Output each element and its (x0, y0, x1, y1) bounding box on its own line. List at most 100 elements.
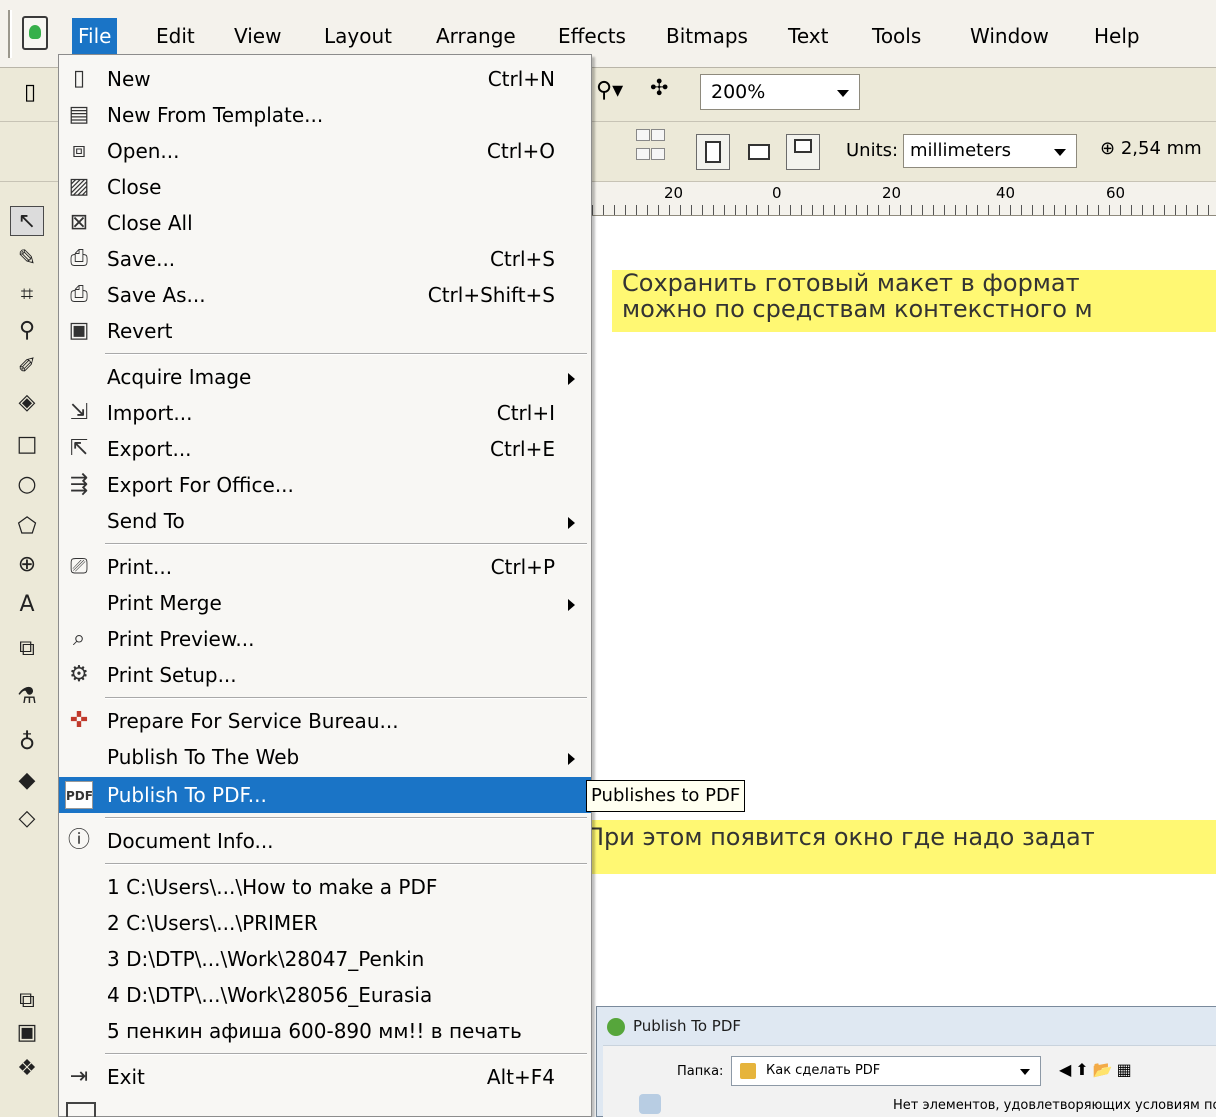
menu-item-revert[interactable]: ▣ Revert (59, 313, 591, 349)
menu-item-publish-web[interactable]: Publish To The Web (59, 739, 591, 775)
new-icon: ▯ (72, 66, 86, 91)
menu-layout[interactable]: Layout (318, 18, 398, 54)
recent-places-icon[interactable] (639, 1094, 661, 1114)
menu-item-send-to[interactable]: Send To (59, 503, 591, 539)
spin-up-icon[interactable] (651, 148, 665, 160)
landscape-button[interactable] (740, 134, 774, 170)
menu-item-import[interactable]: ⇲ Import... Ctrl+I (59, 395, 591, 431)
zoom-tool-icon[interactable]: ⚲▾ (596, 78, 623, 103)
folder-select[interactable]: Как сделать PDF (731, 1056, 1041, 1086)
menu-item-export-for-office[interactable]: ⇶ Export For Office... (59, 467, 591, 503)
note-line: При этом появится окно где надо задат (586, 823, 1095, 851)
text-tool-icon[interactable]: A (10, 590, 44, 620)
ruler-label: 60 (1106, 184, 1126, 202)
submenu-arrow-icon (568, 753, 575, 765)
chevron-down-icon (837, 90, 849, 97)
menu-item-new[interactable]: ▯ New Ctrl+N (59, 61, 591, 97)
nudge-offset-field[interactable]: ⊕ 2,54 mm (1100, 138, 1202, 159)
menu-item-open[interactable]: ⧈ Open... Ctrl+O (59, 133, 591, 169)
spin-down-icon[interactable] (636, 129, 650, 141)
menu-item-close-all[interactable]: ⊠ Close All (59, 205, 591, 241)
menu-item-publish-pdf[interactable]: PDF Publish To PDF... (59, 777, 591, 813)
menu-item-acquire-image[interactable]: Acquire Image (59, 359, 591, 395)
nudge-value: 2,54 mm (1120, 138, 1202, 159)
menu-window[interactable]: Window (964, 18, 1055, 54)
nudge-icon: ⊕ (1100, 138, 1116, 159)
page-size-spinner[interactable] (636, 126, 676, 170)
smart-fill-icon[interactable]: ◈ (10, 388, 44, 418)
crop-tool-icon[interactable]: ⌗ (10, 280, 44, 310)
spin-up-icon[interactable] (651, 129, 665, 141)
landscape-icon (748, 144, 770, 160)
trace-tool-icon[interactable]: ❖ (10, 1054, 44, 1084)
print-preview-icon: ⌕ (72, 626, 86, 651)
menu-item-recent-2[interactable]: 2 C:\Users\...\PRIMER (59, 905, 591, 941)
menu-item-prepare-service-bureau[interactable]: ✜ Prepare For Service Bureau... (59, 703, 591, 739)
menu-file[interactable]: File (72, 18, 118, 54)
menu-text[interactable]: Text (782, 18, 834, 54)
basic-shapes-icon[interactable]: ⊕ (10, 550, 44, 580)
app-icon[interactable] (22, 16, 48, 50)
menu-effects[interactable]: Effects (552, 18, 632, 54)
note-line: Сохранить готовый макет в формат (622, 270, 1080, 297)
menu-item-recent-1[interactable]: 1 C:\Users\...\How to make a PDF (59, 869, 591, 905)
drawing-canvas[interactable] (592, 216, 1216, 1117)
pick-tool-icon[interactable]: ↖ (10, 206, 44, 236)
page-layout-button[interactable] (786, 134, 820, 170)
menu-item-save[interactable]: ⎙ Save... Ctrl+S (59, 241, 591, 277)
eyedropper-tool-icon[interactable]: ⚗ (10, 682, 44, 712)
units-select[interactable]: millimeters (903, 134, 1077, 168)
menu-item-new-from-template[interactable]: ▤ New From Template... (59, 97, 591, 133)
folder-value: Как сделать PDF (766, 1063, 881, 1078)
ellipse-tool-icon[interactable]: ○ (10, 470, 44, 500)
toolbox: ↖ ✎ ⌗ ⚲ ✐ ◈ □ ○ ⬠ ⊕ A ⧉ ⚗ ♁ ◆ ◇ ⧉ ▣ ❖ (0, 182, 60, 1117)
shape-tool-icon[interactable]: ✎ (10, 244, 44, 274)
polygon-tool-icon[interactable]: ⬠ (10, 512, 44, 542)
menu-tools[interactable]: Tools (866, 18, 927, 54)
note-line: можно по средствам контекстного м (622, 295, 1093, 323)
menu-item-document-info[interactable]: ⓘ Document Info... (59, 823, 591, 859)
menu-help[interactable]: Help (1088, 18, 1146, 54)
menu-item-exit[interactable]: ⇥ Exit Alt+F4 (59, 1059, 591, 1095)
import-icon: ⇲ (69, 400, 89, 425)
menu-item-recent-5[interactable]: 5 пенкин афиша 600-890 мм!! в печать (59, 1013, 591, 1049)
toolbox-item-icon[interactable] (66, 1102, 96, 1117)
spin-down-icon[interactable] (636, 148, 650, 160)
menu-item-save-as[interactable]: ⎙ Save As... Ctrl+Shift+S (59, 277, 591, 313)
zoom-level-select[interactable]: 200% (700, 74, 860, 110)
dialog-nav-icons[interactable]: ◀⬆📂▦ (1059, 1060, 1136, 1079)
rectangle-tool-icon[interactable]: □ (10, 430, 44, 460)
menu-view[interactable]: View (228, 18, 287, 54)
corel-icon (607, 1017, 625, 1036)
interactive-fill-icon[interactable]: ◇ (10, 804, 44, 834)
menu-separator (105, 863, 587, 865)
menu-separator (105, 697, 587, 699)
blend-tool-icon[interactable]: ⧉ (10, 986, 44, 1016)
toolbar-grip[interactable] (8, 10, 12, 58)
frame-tool-icon[interactable]: ▣ (10, 1018, 44, 1048)
menu-item-recent-4[interactable]: 4 D:\DTP\...\Work\28056_Eurasia (59, 977, 591, 1013)
menu-item-print-preview[interactable]: ⌕ Print Preview... (59, 621, 591, 657)
menu-bitmaps[interactable]: Bitmaps (660, 18, 754, 54)
portrait-button[interactable] (696, 134, 730, 170)
new-document-icon[interactable]: ▯ (24, 80, 36, 105)
menu-separator (105, 543, 587, 545)
empty-list-message: Нет элементов, удовлетворяющих условиям … (893, 1098, 1216, 1113)
outline-tool-icon[interactable]: ♁ (10, 728, 44, 758)
blend-tool-icon[interactable]: ⧉ (10, 634, 44, 664)
menu-arrange[interactable]: Arrange (430, 18, 522, 54)
menu-item-export[interactable]: ⇱ Export... Ctrl+E (59, 431, 591, 467)
menu-item-recent-3[interactable]: 3 D:\DTP\...\Work\28047_Penkin (59, 941, 591, 977)
fill-tool-icon[interactable]: ◆ (10, 766, 44, 796)
menu-item-print-setup[interactable]: ⚙ Print Setup... (59, 657, 591, 693)
zoom-tool-icon[interactable]: ⚲ (10, 316, 44, 346)
menu-item-print-merge[interactable]: Print Merge (59, 585, 591, 621)
submenu-arrow-icon (568, 517, 575, 529)
menu-item-close[interactable]: ▨ Close (59, 169, 591, 205)
application-launcher-icon[interactable]: ✣ (650, 76, 668, 101)
menu-edit[interactable]: Edit (150, 18, 201, 54)
units-label: Units: (846, 140, 899, 161)
menu-item-print[interactable]: ⎚ Print... Ctrl+P (59, 549, 591, 585)
info-icon: ⓘ (67, 828, 90, 853)
freehand-tool-icon[interactable]: ✐ (10, 352, 44, 382)
